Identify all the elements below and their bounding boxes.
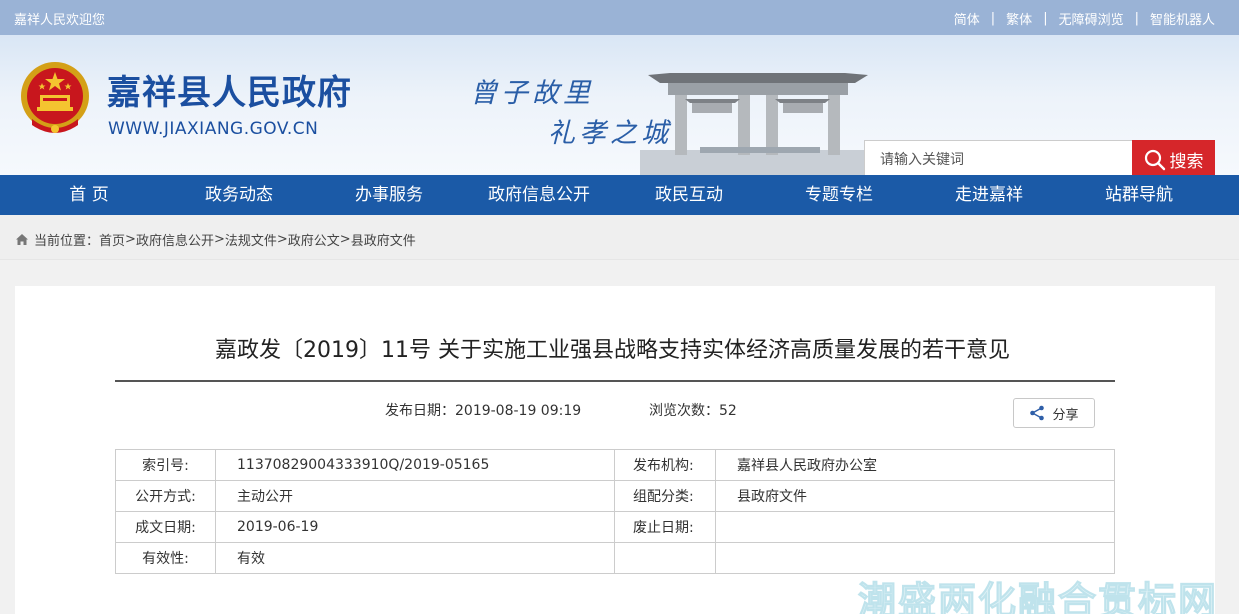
search-box: 搜索 xyxy=(864,140,1215,175)
share-button[interactable]: 分享 xyxy=(1013,398,1095,428)
traditional-chinese-link[interactable]: 繁体 xyxy=(1006,9,1032,28)
welcome-text: 嘉祥人民欢迎您 xyxy=(14,13,106,28)
document-title: 嘉政发〔2019〕11号 关于实施工业强县战略支持实体经济高质量发展的若干意见 xyxy=(215,338,1010,363)
publish-date-label: 发布日期： xyxy=(385,403,455,419)
expiry-date-value xyxy=(715,511,1115,543)
category-value: 县政府文件 xyxy=(715,480,1115,512)
breadcrumb-separator: > xyxy=(276,232,288,247)
breadcrumb-county-documents[interactable]: 县政府文件 xyxy=(351,230,416,249)
nav-item-services[interactable]: 办事服务 xyxy=(314,175,464,215)
national-emblem-icon xyxy=(21,62,89,133)
publish-date-value: 2019-08-19 09:19 xyxy=(455,403,582,419)
title-divider xyxy=(115,380,1115,382)
simplified-chinese-link[interactable]: 简体 xyxy=(954,9,980,28)
nav-item-interaction[interactable]: 政民互动 xyxy=(614,175,764,215)
search-input[interactable] xyxy=(865,141,1133,175)
separator: | xyxy=(1134,11,1139,26)
table-row: 有效性: 有效 xyxy=(115,542,1115,574)
home-icon xyxy=(16,234,28,245)
view-count: 浏览次数：52 xyxy=(649,400,737,420)
table-row: 索引号: 11370829004333910Q/2019-05165 发布机构:… xyxy=(115,449,1115,481)
nav-item-special-topics[interactable]: 专题专栏 xyxy=(764,175,914,215)
separator: | xyxy=(1043,11,1048,26)
share-button-label: 分享 xyxy=(1052,407,1079,423)
publish-date: 发布日期：2019-08-19 09:19 xyxy=(385,400,581,420)
main-nav: 首 页 政务动态 办事服务 政府信息公开 政民互动 专题专栏 走进嘉祥 站群导航 xyxy=(0,175,1239,215)
document-info-table: 索引号: 11370829004333910Q/2019-05165 发布机构:… xyxy=(115,449,1115,574)
watermark-text: 潮盛两化融合贯标网 xyxy=(857,579,1219,614)
expiry-date-label: 废止日期: xyxy=(614,511,716,543)
archway-gate-image xyxy=(640,73,875,175)
view-count-label: 浏览次数： xyxy=(649,403,719,419)
smart-robot-link[interactable]: 智能机器人 xyxy=(1150,9,1215,28)
breadcrumb-regulations[interactable]: 法规文件 xyxy=(225,230,277,249)
table-row: 公开方式: 主动公开 组配分类: 县政府文件 xyxy=(115,480,1115,512)
breadcrumb-official-documents[interactable]: 政府公文 xyxy=(288,230,340,249)
site-url: WWW.JIAXIANG.GOV.CN xyxy=(108,119,319,139)
validity-label: 有效性: xyxy=(115,542,216,574)
disclosure-method-label: 公开方式: xyxy=(115,480,216,512)
index-number-value: 11370829004333910Q/2019-05165 xyxy=(215,449,615,481)
nav-item-about-jiaxiang[interactable]: 走进嘉祥 xyxy=(914,175,1064,215)
table-row: 成文日期: 2019-06-19 废止日期: xyxy=(115,511,1115,543)
nav-item-site-group[interactable]: 站群导航 xyxy=(1064,175,1214,215)
separator: | xyxy=(990,11,996,26)
disclosure-method-value: 主动公开 xyxy=(215,480,615,512)
slogan-line-1: 曾子故里 xyxy=(470,78,594,109)
nav-item-info-disclosure[interactable]: 政府信息公开 xyxy=(464,175,614,215)
written-date-label: 成文日期: xyxy=(115,511,216,543)
nav-item-government-news[interactable]: 政务动态 xyxy=(164,175,314,215)
breadcrumb-separator: > xyxy=(339,232,351,247)
breadcrumb-separator: > xyxy=(125,232,136,247)
top-utility-bar: 嘉祥人民欢迎您 简体 | 繁体 | 无障碍浏览 | 智能机器人 xyxy=(0,0,1239,35)
index-number-label: 索引号: xyxy=(115,449,216,481)
view-count-value: 52 xyxy=(719,403,737,419)
publishing-agency-label: 发布机构: xyxy=(614,449,716,481)
validity-value: 有效 xyxy=(215,542,615,574)
empty-value xyxy=(715,542,1115,574)
empty-label xyxy=(614,542,716,574)
search-button[interactable]: 搜索 xyxy=(1132,140,1215,175)
breadcrumb-home[interactable]: 首页 xyxy=(99,230,125,249)
breadcrumb-separator: > xyxy=(213,232,225,247)
nav-item-home[interactable]: 首 页 xyxy=(14,175,164,215)
breadcrumb-prefix: 当前位置： xyxy=(34,234,100,249)
breadcrumb-bar: 当前位置： 首页 > 政府信息公开 > 法规文件 > 政府公文 > 县政府文件 xyxy=(0,215,1239,260)
breadcrumb-info-disclosure[interactable]: 政府信息公开 xyxy=(136,230,214,249)
search-button-label: 搜索 xyxy=(1169,152,1204,172)
document-card: 嘉政发〔2019〕11号 关于实施工业强县战略支持实体经济高质量发展的若干意见 … xyxy=(15,286,1215,614)
share-icon xyxy=(1030,405,1045,421)
utility-links: 简体 | 繁体 | 无障碍浏览 | 智能机器人 xyxy=(954,9,1215,28)
accessibility-link[interactable]: 无障碍浏览 xyxy=(1059,9,1124,28)
breadcrumb: 当前位置： 首页 > 政府信息公开 > 法规文件 > 政府公文 > 县政府文件 xyxy=(15,230,416,249)
category-label: 组配分类: xyxy=(614,480,716,512)
site-header: 嘉祥县人民政府 WWW.JIAXIANG.GOV.CN 曾子故里 礼孝之城 搜索 xyxy=(0,35,1239,175)
publishing-agency-value: 嘉祥县人民政府办公室 xyxy=(715,449,1115,481)
site-name[interactable]: 嘉祥县人民政府 xyxy=(107,65,352,114)
written-date-value: 2019-06-19 xyxy=(215,511,615,543)
search-icon xyxy=(1144,149,1165,170)
